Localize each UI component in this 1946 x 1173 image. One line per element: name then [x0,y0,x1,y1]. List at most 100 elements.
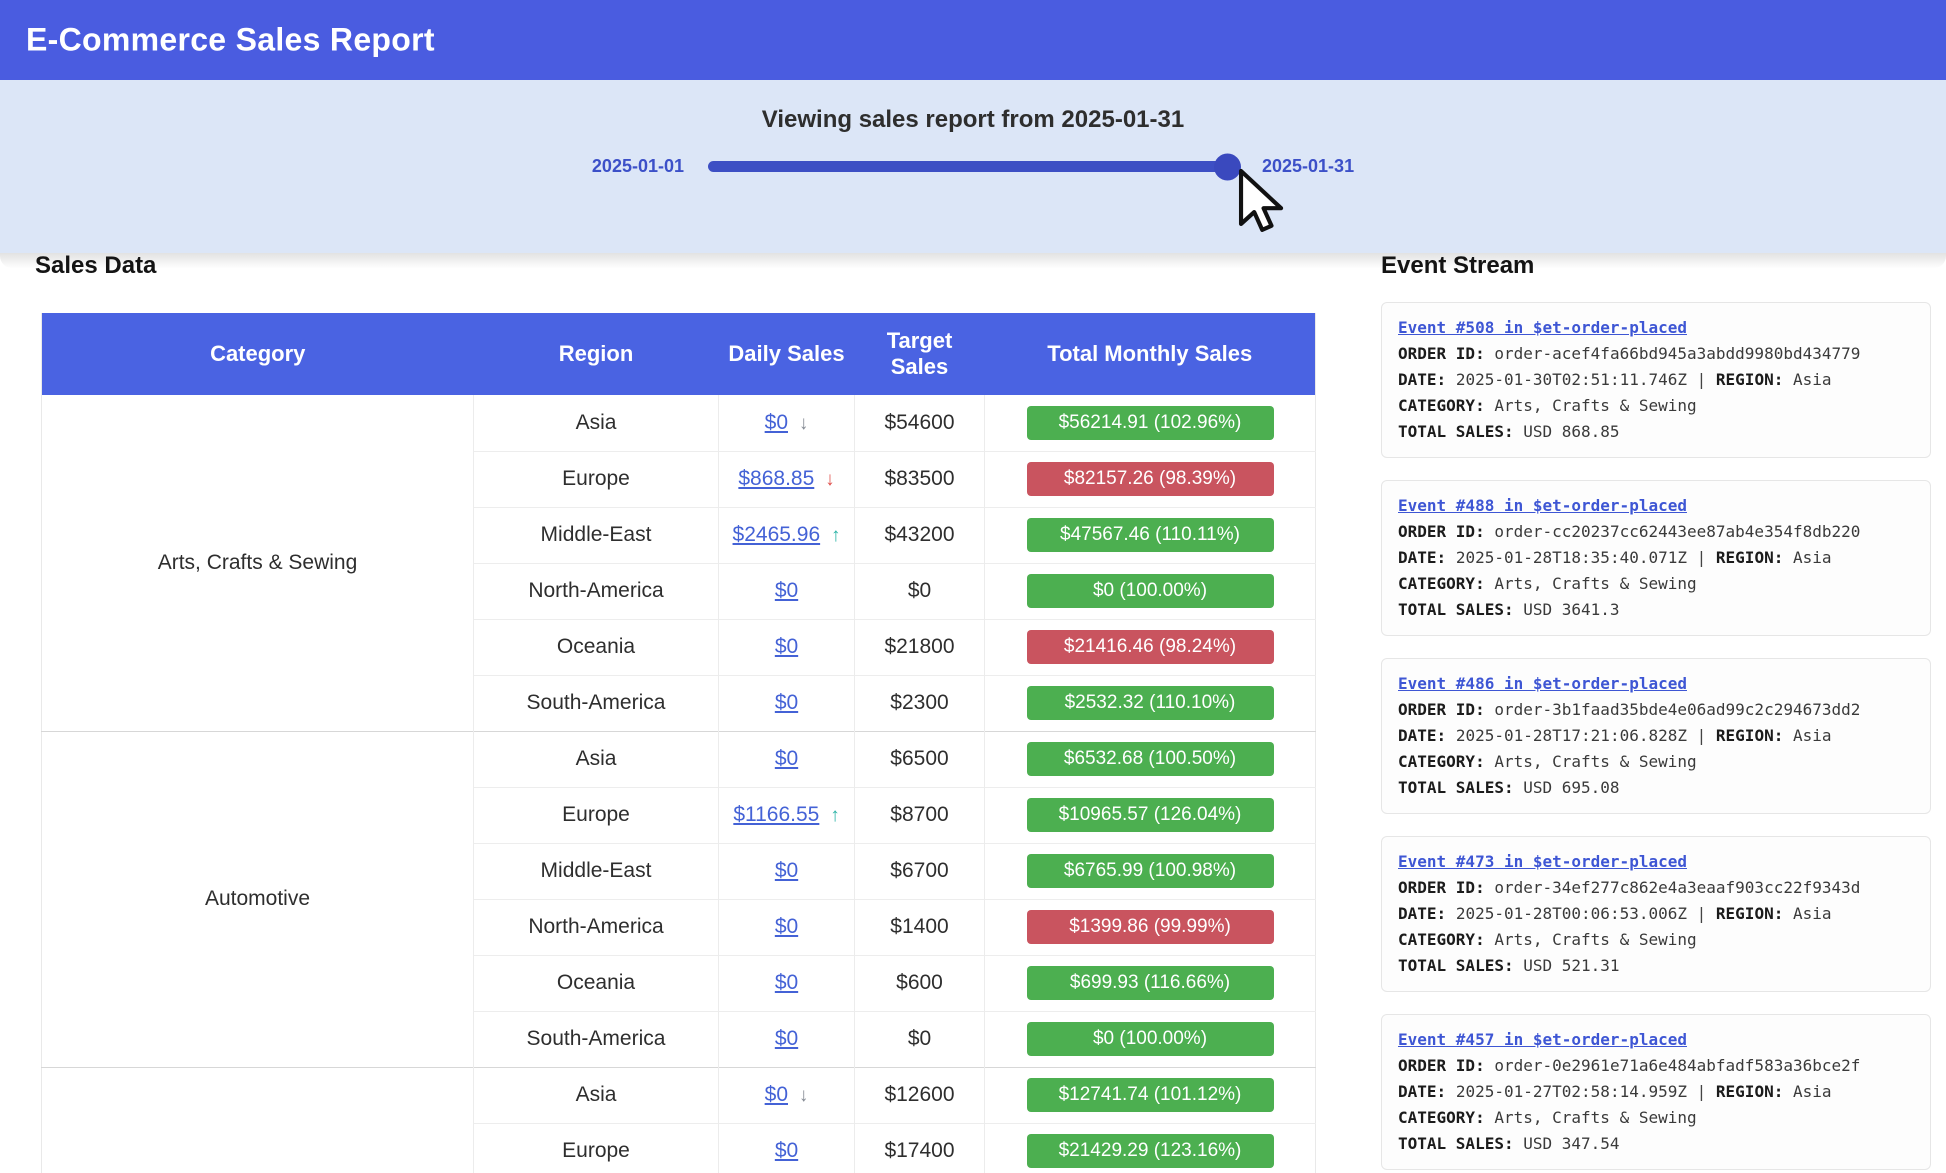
order-id-label: ORDER ID: [1398,878,1485,897]
event-link[interactable]: Event #508 in $et-order-placed [1398,318,1687,337]
daily-sales-link[interactable]: $868.85 [738,467,814,490]
region-value: Asia [1793,548,1832,567]
table-row: AutomotiveAsia $0 $6500 $6532.68 (100.50… [42,731,1316,787]
target-sales-cell: $1400 [855,899,985,955]
daily-sales-link[interactable]: $0 [775,915,798,938]
target-sales-cell: $6700 [855,843,985,899]
region-cell: North-America [474,563,719,619]
daily-sales-link[interactable]: $0 [775,747,798,770]
total-sales-cell: $0 (100.00%) [985,1011,1316,1067]
order-id-value: order-acef4fa66bd945a3abdd9980bd434779 [1494,344,1860,363]
daily-sales-link[interactable]: $0 [775,1027,798,1050]
date-slider-track[interactable] [708,161,1238,172]
target-sales-cell: $43200 [855,507,985,563]
daily-sales-cell: $0 [719,955,855,1011]
region-cell: Middle-East [474,507,719,563]
daily-sales-link[interactable]: $0 [775,1139,798,1162]
separator: | [1697,904,1716,923]
table-row: Arts, Crafts & SewingAsia $0 ↓ $54600 $5… [42,395,1316,451]
target-sales-cell: $54600 [855,395,985,451]
daily-sales-cell: $0 [719,1123,855,1173]
event-card: Event #508 in $et-order-placed ORDER ID:… [1381,302,1931,458]
event-card: Event #473 in $et-order-placed ORDER ID:… [1381,836,1931,992]
total-sales-cell: $2532.32 (110.10%) [985,675,1316,731]
daily-sales-link[interactable]: $0 [765,1083,788,1106]
target-sales-cell: $83500 [855,451,985,507]
category-label: CATEGORY: [1398,752,1485,771]
event-link[interactable]: Event #457 in $et-order-placed [1398,1030,1687,1049]
slider-title: Viewing sales report from 2025-01-31 [0,80,1946,134]
region-cell: South-America [474,675,719,731]
sales-data-heading: Sales Data [35,252,156,280]
total-sales-label: TOTAL SALES: [1398,778,1514,797]
date-value: 2025-01-27T02:58:14.959Z [1456,1082,1687,1101]
target-sales-cell: $12600 [855,1067,985,1123]
daily-sales-link[interactable]: $0 [775,691,798,714]
separator: | [1697,370,1716,389]
event-link[interactable]: Event #488 in $et-order-placed [1398,496,1687,515]
category-label: CATEGORY: [1398,930,1485,949]
category-value: Arts, Crafts & Sewing [1494,930,1696,949]
total-sales-label: TOTAL SALES: [1398,422,1514,441]
date-label: DATE: [1398,904,1446,923]
daily-sales-cell: $0 ↓ [719,1067,855,1123]
target-sales-cell: $17400 [855,1123,985,1173]
event-link[interactable]: Event #473 in $et-order-placed [1398,852,1687,871]
total-sales-badge: $82157.26 (98.39%) [1027,462,1274,496]
daily-sales-link[interactable]: $0 [765,411,788,434]
slider-min-label: 2025-01-01 [592,156,684,177]
daily-sales-link[interactable]: $1166.55 [733,803,819,826]
total-sales-badge: $10965.57 (126.04%) [1027,798,1274,832]
target-sales-cell: $0 [855,563,985,619]
region-label: REGION: [1716,726,1783,745]
order-id-value: order-cc20237cc62443ee87ab4e354f8db220 [1494,522,1860,541]
region-value: Asia [1793,1082,1832,1101]
total-sales-label: TOTAL SALES: [1398,956,1514,975]
total-sales-badge: $0 (100.00%) [1027,1022,1274,1056]
region-value: Asia [1793,904,1832,923]
total-sales-badge: $21429.29 (123.16%) [1027,1134,1274,1168]
total-sales-cell: $82157.26 (98.39%) [985,451,1316,507]
separator: | [1697,1082,1716,1101]
total-sales-cell: $1399.86 (99.99%) [985,899,1316,955]
date-label: DATE: [1398,548,1446,567]
daily-sales-cell: $868.85 ↓ [719,451,855,507]
target-sales-cell: $600 [855,955,985,1011]
daily-sales-link[interactable]: $0 [775,579,798,602]
region-cell: Asia [474,731,719,787]
down-arrow-icon: ↓ [799,1085,809,1106]
total-sales-label: TOTAL SALES: [1398,1134,1514,1153]
category-label: CATEGORY: [1398,1108,1485,1127]
region-cell: Middle-East [474,843,719,899]
target-sales-cell: $8700 [855,787,985,843]
region-cell: Europe [474,787,719,843]
separator: | [1697,726,1716,745]
daily-sales-cell: $0 [719,619,855,675]
daily-sales-link[interactable]: $0 [775,635,798,658]
up-arrow-icon: ↑ [830,805,840,826]
date-label: DATE: [1398,370,1446,389]
region-label: REGION: [1716,370,1783,389]
daily-sales-link[interactable]: $0 [775,859,798,882]
daily-sales-link[interactable]: $2465.96 [733,523,821,546]
total-sales-badge: $6532.68 (100.50%) [1027,742,1274,776]
total-sales-value: USD 521.31 [1523,956,1619,975]
total-sales-badge: $56214.91 (102.96%) [1027,406,1274,440]
date-slider-thumb[interactable] [1214,153,1241,180]
daily-sales-link[interactable]: $0 [775,971,798,994]
daily-sales-cell: $0 [719,1011,855,1067]
event-link[interactable]: Event #486 in $et-order-placed [1398,674,1687,693]
category-value: Arts, Crafts & Sewing [1494,752,1696,771]
column-header-region: Region [474,313,719,395]
total-sales-cell: $0 (100.00%) [985,563,1316,619]
daily-sales-cell: $0 [719,675,855,731]
app-header: E-Commerce Sales Report [0,0,1946,80]
total-sales-cell: $699.93 (116.66%) [985,955,1316,1011]
region-cell: Oceania [474,955,719,1011]
sales-table: Category Region Daily Sales Target Sales… [41,313,1316,1173]
daily-sales-cell: $0 [719,563,855,619]
total-sales-badge: $2532.32 (110.10%) [1027,686,1274,720]
total-sales-badge: $12741.74 (101.12%) [1027,1078,1274,1112]
category-value: Arts, Crafts & Sewing [1494,1108,1696,1127]
event-card: Event #486 in $et-order-placed ORDER ID:… [1381,658,1931,814]
